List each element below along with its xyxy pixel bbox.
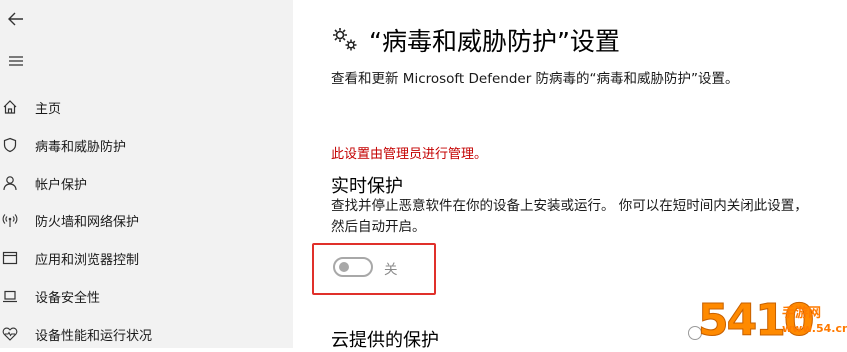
admin-managed-note: 此设置由管理员进行管理。 bbox=[331, 147, 488, 162]
menu-button[interactable] bbox=[0, 45, 32, 77]
sidebar-item-label: 设备性能和运行状况 bbox=[35, 328, 153, 344]
sidebar-item-firewall[interactable]: 防火墙和网络保护 bbox=[0, 203, 293, 237]
watermark-url: www.54.cn bbox=[782, 322, 847, 335]
sidebar-item-label: 病毒和威胁防护 bbox=[35, 139, 127, 155]
sidebar-item-virus-protection[interactable]: 病毒和威胁防护 bbox=[0, 128, 293, 162]
app-browser-icon bbox=[1, 249, 19, 267]
sidebar-item-home[interactable]: 主页 bbox=[0, 90, 293, 124]
back-arrow-icon bbox=[8, 12, 23, 26]
realtime-protection-title: 实时保护 bbox=[331, 176, 403, 197]
person-icon bbox=[1, 174, 19, 192]
sidebar-item-label: 设备安全性 bbox=[35, 290, 101, 306]
page-title: “病毒和威胁防护”设置 bbox=[369, 27, 620, 56]
page-subtitle: 查看和更新 Microsoft Defender 防病毒的“病毒和威胁防护”设置… bbox=[331, 71, 739, 87]
cloud-protection-title: 云提供的保护 bbox=[331, 330, 439, 351]
sidebar-item-account-protection[interactable]: 帐户保护 bbox=[0, 166, 293, 200]
sidebar: 主页 病毒和威胁防护 帐户保护 防火墙和网络保护 应用和浏览器控制 设备安全性 bbox=[0, 0, 293, 348]
gears-icon bbox=[333, 28, 357, 51]
watermark-site-name: 手游网 bbox=[782, 306, 822, 321]
laptop-icon bbox=[1, 287, 19, 305]
sidebar-item-label: 防火墙和网络保护 bbox=[35, 214, 140, 230]
sidebar-item-app-browser[interactable]: 应用和浏览器控制 bbox=[0, 241, 293, 275]
hamburger-menu-icon bbox=[9, 56, 23, 66]
sidebar-item-label: 主页 bbox=[35, 101, 62, 117]
back-button[interactable] bbox=[0, 3, 32, 35]
wifi-antenna-icon bbox=[1, 211, 19, 229]
sidebar-item-device-security[interactable]: 设备安全性 bbox=[0, 279, 293, 313]
realtime-protection-description: 查找并停止恶意软件在你的设备上安装或运行。 你可以在短时间内关闭此设置，然后自动… bbox=[331, 198, 808, 235]
shield-icon bbox=[1, 136, 19, 154]
watermark-logo: 5410 手游网 www.54.cn bbox=[688, 295, 847, 348]
sidebar-item-label: 帐户保护 bbox=[35, 177, 88, 193]
heart-pulse-icon bbox=[1, 325, 19, 343]
sidebar-item-device-health[interactable]: 设备性能和运行状况 bbox=[0, 317, 293, 351]
page-header: “病毒和威胁防护”设置 bbox=[331, 22, 620, 58]
highlight-annotation-box bbox=[312, 243, 436, 295]
home-icon bbox=[1, 98, 19, 116]
sidebar-item-label: 应用和浏览器控制 bbox=[35, 252, 140, 268]
